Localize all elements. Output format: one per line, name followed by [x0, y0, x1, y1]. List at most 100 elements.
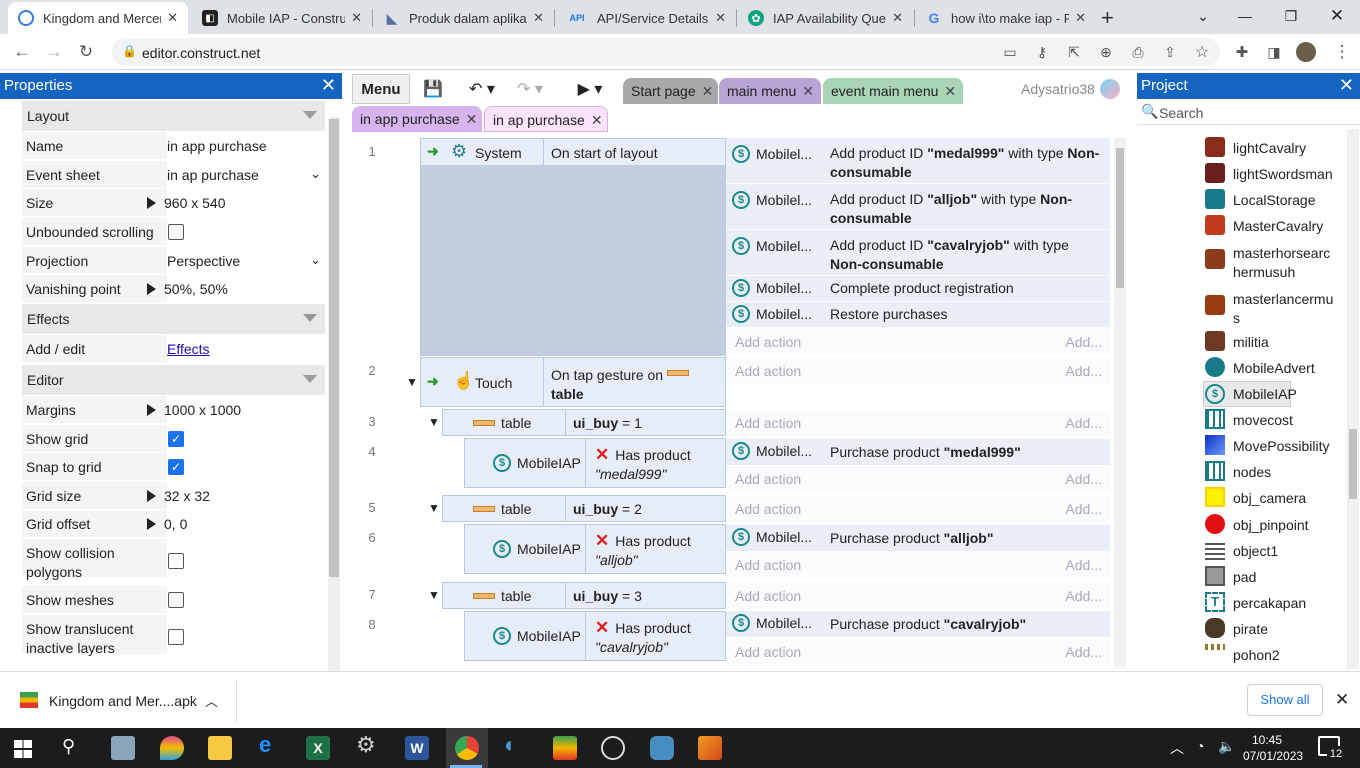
event-5-conditions[interactable]: table ui_buy = 2	[442, 495, 726, 522]
taskbar-app-icon[interactable]	[111, 736, 135, 760]
project-item[interactable]: pirate	[1233, 621, 1268, 637]
project-item[interactable]: masterlancermu s	[1233, 290, 1333, 328]
bookmark-star-icon[interactable]: ☆	[1190, 40, 1214, 64]
add-action-row[interactable]: Add action Add...	[726, 358, 1110, 384]
network-icon[interactable]: ◔	[1196, 738, 1204, 754]
collision-checkbox[interactable]	[168, 553, 184, 569]
prop-name[interactable]: Name in app purchase	[22, 132, 325, 160]
collapse-icon[interactable]: ▼	[428, 415, 440, 429]
meshes-checkbox[interactable]	[168, 592, 184, 608]
tab-search-icon[interactable]: ⌄	[1180, 0, 1226, 32]
undo-icon[interactable]: ↶ ▾	[462, 74, 502, 104]
tab-main-menu[interactable]: main menu ✕	[719, 78, 821, 104]
close-tab-icon[interactable]: ✕	[1075, 10, 1086, 26]
browser-tab[interactable]: ◣ Produk dalam aplikasi ✕	[374, 2, 554, 34]
collapse-icon[interactable]: ▼	[428, 501, 440, 515]
prop-vanishing-point[interactable]: Vanishing point 50%, 50%	[22, 275, 325, 303]
godot-icon[interactable]	[650, 736, 674, 760]
project-item[interactable]: MovePossibility	[1233, 438, 1329, 454]
chevron-up-icon[interactable]: ︿	[205, 691, 218, 710]
page-icon[interactable]: ▭	[998, 40, 1022, 64]
project-item[interactable]: LocalStorage	[1233, 192, 1316, 208]
project-item[interactable]: MobileAdvert	[1233, 360, 1315, 376]
browser-tab[interactable]: G how i\to make iap - Pe ✕	[916, 2, 1096, 34]
chevron-up-icon[interactable]: ︿	[1170, 738, 1184, 758]
menu-button[interactable]: Menu	[352, 74, 410, 104]
zoom-icon[interactable]: ⊕	[1094, 40, 1118, 64]
prop-margins[interactable]: Margins 1000 x 1000	[22, 396, 325, 424]
project-search[interactable]: 🔍 Search	[1137, 101, 1360, 125]
menu-kebab-icon[interactable]: ⋮	[1330, 40, 1354, 64]
download-file-name[interactable]: Kingdom and Mer....apk	[49, 693, 197, 709]
settings-gear-icon[interactable]: ⚙	[356, 732, 380, 757]
key-icon[interactable]: ⚷	[1030, 40, 1054, 64]
add-action-row[interactable]: Add action Add...	[726, 583, 1110, 609]
browser-tab[interactable]: ◧ Mobile IAP - Construc ✕	[192, 2, 372, 34]
action-add-product-cavalry[interactable]: $ Mobilel... Add product ID "cavalryjob" …	[726, 230, 1110, 275]
section-layout[interactable]: Layout	[22, 101, 325, 131]
tab-in-app-purchase[interactable]: in app purchase ✕	[352, 106, 482, 132]
effects-link[interactable]: Effects	[167, 341, 210, 357]
bluestacks-icon[interactable]	[553, 736, 577, 760]
event-4-conditions[interactable]: $ MobileIAP ✕ Has product "medal999"	[464, 438, 726, 488]
open-external-icon[interactable]: ⇱	[1062, 40, 1086, 64]
prop-event-sheet[interactable]: Event sheet in ap purchase ⌄	[22, 161, 325, 189]
action-complete-registration[interactable]: $ Mobilel... Complete product registratio…	[726, 276, 1110, 301]
event-6-conditions[interactable]: $ MobileIAP ✕ Has product "alljob"	[464, 524, 726, 574]
browser-tab-active[interactable]: Kingdom and Mercen ✕	[8, 2, 188, 34]
extensions-icon[interactable]: ✚	[1230, 40, 1254, 64]
tab-start-page[interactable]: Start page ✕	[623, 78, 718, 104]
show-all-button[interactable]: Show all	[1247, 684, 1323, 716]
tab-in-ap-purchase[interactable]: in ap purchase ✕	[484, 106, 608, 132]
action-purchase-alljob[interactable]: $ Mobilel... Purchase product "alljob"	[726, 525, 1110, 551]
redo-icon[interactable]: ↷ ▾	[510, 74, 550, 104]
preview-play-icon[interactable]: ▶ ▾	[570, 74, 610, 104]
side-panel-icon[interactable]: ◨	[1262, 40, 1286, 64]
project-item[interactable]: obj_camera	[1233, 490, 1306, 506]
project-item[interactable]: pohon2	[1233, 647, 1280, 663]
add-action-row[interactable]: Add action Add...	[726, 329, 1110, 355]
file-explorer-icon[interactable]	[208, 736, 232, 760]
prop-projection[interactable]: Projection Perspective ⌄	[22, 247, 325, 275]
word-icon[interactable]: W	[405, 736, 429, 760]
action-restore-purchases[interactable]: $ Mobilel... Restore purchases	[726, 302, 1110, 327]
prop-grid-size[interactable]: Grid size 32 x 32	[22, 482, 325, 510]
show-grid-checkbox[interactable]: ✓	[168, 431, 184, 447]
project-item[interactable]: militia	[1233, 334, 1269, 350]
chrome-icon[interactable]	[455, 736, 479, 760]
restore-icon[interactable]: ❐	[1268, 0, 1314, 32]
username[interactable]: Adysatrio38	[1021, 81, 1095, 97]
profile-avatar[interactable]	[1296, 42, 1316, 62]
event-3-conditions[interactable]: table ui_buy = 1	[442, 409, 726, 436]
event-7-conditions[interactable]: table ui_buy = 3	[442, 582, 726, 609]
close-tab-icon[interactable]: ✕	[533, 10, 544, 26]
reload-icon[interactable]: ↻	[74, 40, 98, 64]
clock[interactable]: 10:45 07/01/2023	[1243, 732, 1303, 764]
project-item[interactable]: percakapan	[1233, 595, 1306, 611]
close-panel-icon[interactable]: ✕	[1339, 75, 1354, 96]
share-icon[interactable]: ⇪	[1158, 40, 1182, 64]
project-item[interactable]: pad	[1233, 569, 1256, 585]
taskbar-app-icon[interactable]	[698, 736, 722, 760]
project-item[interactable]: lightCavalry	[1233, 140, 1306, 156]
forward-icon[interactable]: →	[42, 40, 66, 64]
project-item[interactable]: nodes	[1233, 464, 1271, 480]
event-sheet-scrollbar[interactable]	[1114, 138, 1126, 668]
back-icon[interactable]: ←	[10, 40, 34, 64]
save-icon[interactable]: 💾	[418, 74, 448, 104]
project-item[interactable]: MasterCavalry	[1233, 218, 1323, 234]
properties-scrollbar[interactable]	[328, 117, 340, 671]
close-tab-icon[interactable]: ✕	[892, 10, 903, 26]
close-tab-icon[interactable]: ✕	[715, 10, 726, 26]
project-scrollbar[interactable]	[1347, 129, 1359, 669]
close-panel-icon[interactable]: ✕	[321, 75, 336, 96]
browser-tab[interactable]: API API/Service Details – A ✕	[556, 2, 736, 34]
close-downloads-icon[interactable]: ✕	[1335, 690, 1349, 710]
taskbar-app-icon[interactable]	[160, 736, 184, 760]
close-window-icon[interactable]: ✕	[1314, 0, 1360, 32]
prop-grid-offset[interactable]: Grid offset 0, 0	[22, 510, 325, 538]
close-tab-icon[interactable]: ✕	[351, 10, 362, 26]
event-2-conditions[interactable]: ➜ ☝ Touch On tap gesture on table	[420, 357, 726, 407]
action-purchase-cavalry[interactable]: $ Mobilel... Purchase product "cavalryjob…	[726, 611, 1110, 637]
project-item[interactable]: masterhorsearc hermusuh	[1233, 244, 1330, 282]
